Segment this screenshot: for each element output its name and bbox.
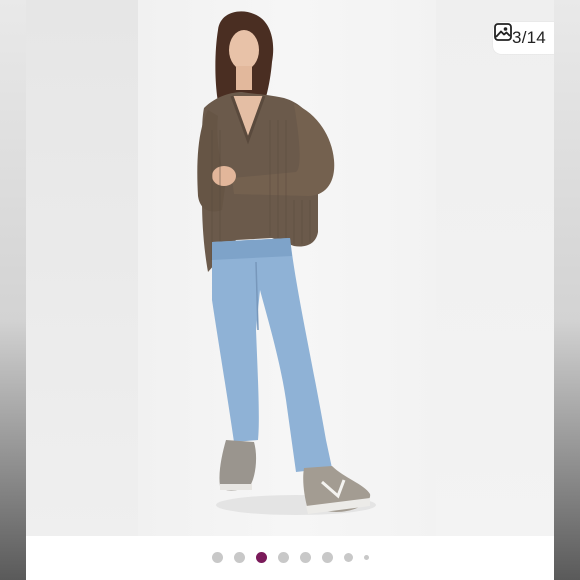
left-edge-shadow bbox=[0, 0, 26, 580]
pagination-dot-7[interactable] bbox=[343, 552, 353, 562]
right-edge-shadow bbox=[554, 0, 580, 580]
pagination-dot-1[interactable] bbox=[211, 551, 223, 563]
image-counter-badge: 3/14 bbox=[493, 22, 554, 54]
pagination-dot-active[interactable] bbox=[255, 551, 267, 563]
image-counter-text: 3/14 bbox=[512, 28, 546, 47]
gallery-pagination bbox=[26, 536, 554, 580]
product-photo[interactable]: 3/14 bbox=[26, 0, 554, 536]
pagination-dot-2[interactable] bbox=[233, 551, 245, 563]
pagination-dot-6[interactable] bbox=[321, 551, 333, 563]
pagination-dot-4[interactable] bbox=[277, 551, 289, 563]
image-gallery-icon bbox=[494, 23, 512, 41]
model-illustration bbox=[197, 11, 376, 515]
pagination-dot-5[interactable] bbox=[299, 551, 311, 563]
pagination-dot-more[interactable] bbox=[363, 554, 369, 560]
